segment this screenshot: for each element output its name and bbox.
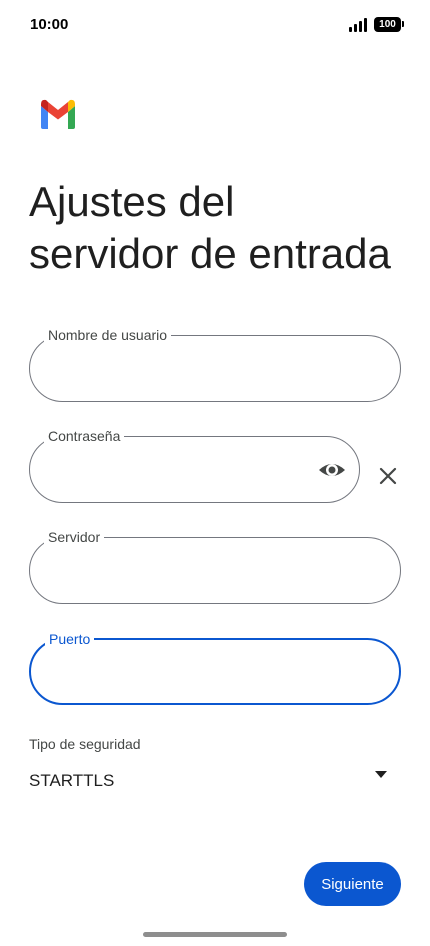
page-title-line1: Ajustes del bbox=[29, 178, 235, 225]
password-field[interactable]: Contraseña bbox=[29, 427, 360, 503]
home-indicator[interactable] bbox=[143, 932, 287, 937]
server-input[interactable] bbox=[48, 552, 340, 588]
dropdown-arrow-icon[interactable] bbox=[374, 770, 388, 780]
password-input[interactable] bbox=[48, 451, 299, 487]
port-field[interactable]: Puerto bbox=[29, 630, 401, 705]
port-label: Puerto bbox=[45, 630, 95, 648]
signal-icon bbox=[349, 18, 371, 32]
server-label: Servidor bbox=[44, 528, 105, 546]
status-bar: 10:00 100 bbox=[0, 0, 430, 52]
next-button[interactable]: Siguiente bbox=[304, 862, 401, 906]
status-time: 10:00 bbox=[30, 16, 69, 33]
username-label: Nombre de usuario bbox=[44, 326, 172, 344]
battery-level: 100 bbox=[379, 19, 396, 30]
server-field[interactable]: Servidor bbox=[29, 528, 401, 604]
username-field[interactable]: Nombre de usuario bbox=[29, 326, 401, 402]
port-input[interactable] bbox=[49, 654, 339, 690]
battery-icon: 100 bbox=[374, 17, 404, 32]
page-title: Ajustes del servidor de entrada bbox=[29, 176, 419, 280]
page-title-line2: servidor de entrada bbox=[29, 230, 391, 277]
eye-icon[interactable] bbox=[317, 455, 347, 485]
username-input[interactable] bbox=[48, 350, 340, 386]
security-type-label: Tipo de seguridad bbox=[29, 736, 141, 752]
password-label: Contraseña bbox=[44, 427, 125, 445]
gmail-logo-icon bbox=[41, 99, 75, 129]
close-icon[interactable] bbox=[376, 464, 400, 488]
security-type-value[interactable]: STARTTLS bbox=[29, 771, 114, 791]
